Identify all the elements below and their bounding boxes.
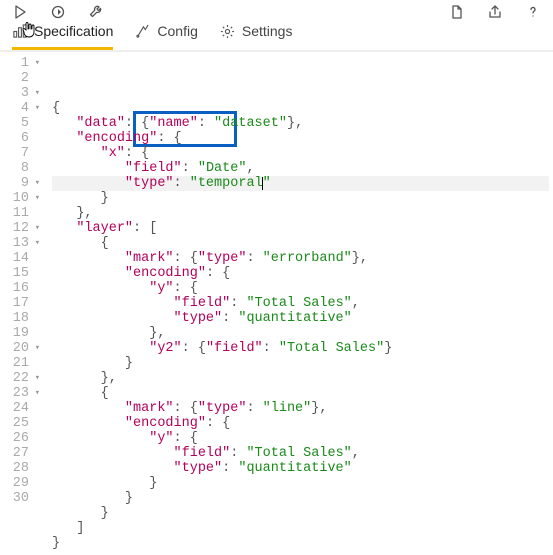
code-line[interactable]: "type": "quantitative" (52, 461, 549, 476)
line-gutter: 1▾23▾4▾56789▾10▾1112▾13▾14151617181920▾2… (0, 52, 46, 555)
code-line[interactable]: }, (52, 206, 549, 221)
line-number: 12▾ (0, 221, 40, 236)
help-icon[interactable] (523, 2, 543, 22)
code-line[interactable]: "x": { (52, 146, 549, 161)
line-number: 29 (0, 476, 40, 491)
tab-strip: Specification Config Settings (0, 23, 553, 51)
code-editor[interactable]: 1▾23▾4▾56789▾10▾1112▾13▾14151617181920▾2… (0, 51, 553, 555)
toolbar (0, 0, 553, 23)
code-line[interactable]: } (52, 476, 549, 491)
code-line[interactable]: "type": "temporal" (52, 176, 549, 191)
tab-label: Config (157, 23, 197, 39)
line-number: 28 (0, 461, 40, 476)
code-line[interactable]: { (52, 386, 549, 401)
share-icon[interactable] (485, 2, 505, 22)
line-number: 6 (0, 131, 40, 146)
code-line[interactable]: "encoding": { (52, 416, 549, 431)
line-number: 11 (0, 206, 40, 221)
tab-label: Settings (242, 23, 293, 39)
line-number: 14 (0, 251, 40, 266)
code-line[interactable]: { (52, 236, 549, 251)
line-number: 22▾ (0, 371, 40, 386)
line-number: 25 (0, 416, 40, 431)
code-line[interactable]: "y2": {"field": "Total Sales"} (52, 341, 549, 356)
run-icon[interactable] (10, 2, 30, 22)
code-line[interactable]: "y": { (52, 431, 549, 446)
code-line[interactable]: "field": "Date", (52, 161, 549, 176)
line-number: 18 (0, 311, 40, 326)
line-number: 30 (0, 491, 40, 506)
line-number: 15 (0, 266, 40, 281)
line-number: 21 (0, 356, 40, 371)
code-line[interactable]: "field": "Total Sales", (52, 296, 549, 311)
line-number: 1▾ (0, 56, 40, 71)
line-number: 20▾ (0, 341, 40, 356)
code-line[interactable]: "encoding": { (52, 131, 549, 146)
line-number: 24 (0, 401, 40, 416)
code-line[interactable]: "y": { (52, 281, 549, 296)
line-number: 10▾ (0, 191, 40, 206)
wrench-icon[interactable] (86, 2, 106, 22)
code-line[interactable]: } (52, 491, 549, 506)
code-line[interactable]: "encoding": { (52, 266, 549, 281)
tab-settings[interactable]: Settings (220, 23, 293, 50)
refresh-icon[interactable] (48, 2, 68, 22)
line-number: 4▾ (0, 101, 40, 116)
code-line[interactable]: } (52, 191, 549, 206)
line-number: 19 (0, 326, 40, 341)
line-number: 17 (0, 296, 40, 311)
line-number: 8 (0, 161, 40, 176)
tab-specification[interactable]: Specification (12, 23, 113, 50)
line-number: 13▾ (0, 236, 40, 251)
code-line[interactable]: "layer": [ (52, 221, 549, 236)
line-number: 9▾ (0, 176, 40, 191)
code-line[interactable]: }, (52, 326, 549, 341)
line-number: 23▾ (0, 386, 40, 401)
line-number: 5 (0, 116, 40, 131)
code-line[interactable]: "mark": {"type": "errorband"}, (52, 251, 549, 266)
code-line[interactable]: "type": "quantitative" (52, 311, 549, 326)
code-line[interactable]: ] (52, 521, 549, 536)
line-number: 3▾ (0, 86, 40, 101)
new-file-icon[interactable] (447, 2, 467, 22)
code-line[interactable]: } (52, 506, 549, 521)
line-number: 7 (0, 146, 40, 161)
code-line[interactable]: "mark": {"type": "line"}, (52, 401, 549, 416)
code-line[interactable]: }, (52, 371, 549, 386)
line-number: 26 (0, 431, 40, 446)
line-number: 27 (0, 446, 40, 461)
code-line[interactable]: "field": "Total Sales", (52, 446, 549, 461)
code-line[interactable]: "data": {"name": "dataset"}, (52, 116, 549, 131)
line-number: 16 (0, 281, 40, 296)
code-area[interactable]: { "data": {"name": "dataset"}, "encoding… (46, 52, 553, 555)
tab-label: Specification (34, 23, 113, 39)
tab-config[interactable]: Config (135, 23, 197, 50)
code-line[interactable]: } (52, 536, 549, 551)
line-number: 2 (0, 71, 40, 86)
code-line[interactable]: { (52, 101, 549, 116)
code-line[interactable]: } (52, 356, 549, 371)
